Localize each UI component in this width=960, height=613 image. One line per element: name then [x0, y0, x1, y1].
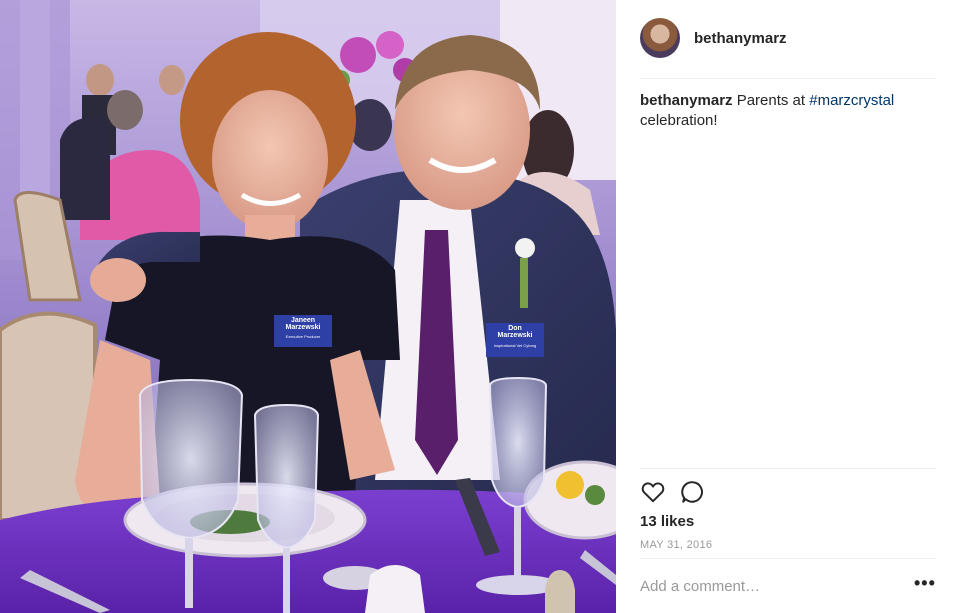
name-tag-right-line1: Don — [508, 325, 522, 332]
name-tag-right-line3: Inspirational Vet Cyborg — [493, 342, 537, 348]
heart-icon[interactable] — [640, 479, 666, 505]
post-photo[interactable]: Janeen Marzewski Executive Producer Don … — [0, 0, 616, 613]
instagram-post: Janeen Marzewski Executive Producer Don … — [0, 0, 960, 613]
comment-bubble-icon[interactable] — [680, 479, 706, 505]
name-tag-left-line1: Janeen — [290, 317, 316, 324]
divider — [640, 78, 936, 79]
name-tag-left-line2: Marzewski — [285, 324, 321, 332]
photo-illustration — [0, 0, 616, 613]
caption-text-after: celebration! — [640, 112, 718, 129]
post-caption: bethanymarz Parents at #marzcrystal cele… — [640, 91, 936, 131]
likes-count[interactable]: 13 likes — [640, 513, 694, 530]
header-username-link[interactable]: bethanymarz — [694, 30, 787, 47]
action-bar — [640, 478, 706, 506]
caption-username-link[interactable]: bethanymarz — [640, 92, 733, 109]
name-tag-right: Don Marzewski Inspirational Vet Cyborg — [486, 325, 544, 348]
name-tag-left: Janeen Marzewski Executive Producer — [274, 317, 332, 339]
hashtag-link[interactable]: #marzcrystal — [809, 92, 894, 109]
post-sidebar: bethanymarz bethanymarz Parents at #marz… — [616, 0, 960, 613]
post-date[interactable]: MAY 31, 2016 — [640, 539, 712, 551]
comment-input[interactable] — [640, 574, 900, 598]
name-tag-right-line2: Marzewski — [497, 332, 533, 340]
divider — [640, 468, 936, 469]
post-header: bethanymarz — [640, 16, 936, 60]
avatar[interactable] — [640, 18, 680, 58]
more-options-icon[interactable]: ••• — [914, 574, 936, 595]
divider — [640, 558, 936, 559]
name-tag-left-line3: Executive Producer — [285, 333, 321, 339]
caption-text: Parents at — [732, 92, 810, 109]
